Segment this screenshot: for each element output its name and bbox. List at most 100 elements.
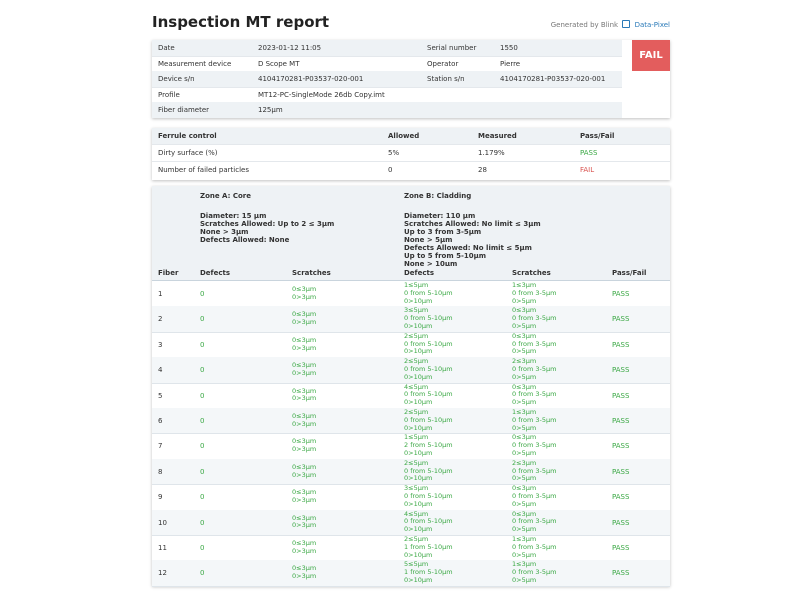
page-title: Inspection MT report bbox=[152, 13, 330, 31]
zone-b-defect-line: 0>10μm bbox=[404, 474, 433, 483]
zone-a-scratch-line: 0>3μm bbox=[292, 546, 317, 555]
info-row-devsn: Device s/n 4104170281-P03537-020-001 Sta… bbox=[152, 71, 622, 88]
zone-b-defects: 3≤5μm 0 from 5-10μm 0>10μm bbox=[404, 484, 453, 508]
zone-b-defects: 1≤5μm 2 from 5-10μm 0>10μm bbox=[404, 434, 453, 457]
zone-b-scratch-line: 0>5μm bbox=[512, 474, 537, 483]
zone-b-scratches: 2≤3μm 0 from 3-5μm 0>5μm bbox=[512, 459, 556, 483]
zone-b-defects: 2≤5μm 0 from 5-10μm 0>10μm bbox=[404, 408, 453, 432]
zone-b-scratch-line: 0>5μm bbox=[512, 372, 537, 381]
datapixel-logo-icon bbox=[622, 20, 631, 28]
zone-a-scratches: 0≤3μm 0>3μm bbox=[292, 539, 317, 556]
zone-b-scratches: 0≤3μm 0 from 3-5μm 0>5μm bbox=[512, 383, 556, 407]
zone-a-scratches: 0≤3μm 0>3μm bbox=[292, 488, 317, 505]
ferrule-row: Number of failed particles 0 28 FAIL bbox=[152, 162, 670, 178]
zone-b-line: Up to 3 from 3-5μm bbox=[404, 228, 482, 236]
zone-b-scratches: 0≤3μm 0 from 3-5μm 0>5μm bbox=[512, 510, 556, 534]
fiber-status: PASS bbox=[612, 290, 630, 298]
col-zone-b-scratches: Scratches bbox=[512, 269, 551, 277]
zone-a-defects: 0 bbox=[200, 290, 205, 298]
zone-b-scratch-line: 0>5μm bbox=[512, 321, 537, 330]
zone-a-defects: 0 bbox=[200, 493, 205, 502]
ferrule-row-name: Number of failed particles bbox=[158, 166, 249, 174]
ferrule-col-name: Ferrule control bbox=[158, 132, 217, 140]
date-label: Date bbox=[158, 44, 175, 52]
zone-b-scratch-line: 0>5μm bbox=[512, 296, 537, 305]
zone-a-scratches: 0≤3μm 0>3μm bbox=[292, 361, 317, 378]
fiber-number: 5 bbox=[158, 391, 163, 400]
zone-a-scratch-line: 0>3μm bbox=[292, 495, 317, 504]
ferrule-row: Dirty surface (%) 5% 1.179% PASS bbox=[152, 145, 670, 162]
zone-b-line: None > 5μm bbox=[404, 236, 453, 244]
zone-a-defects: 0 bbox=[200, 391, 205, 400]
zone-b-defects: 2≤5μm 0 from 5-10μm 0>10μm bbox=[404, 459, 453, 483]
zone-b-defect-line: 0>10μm bbox=[404, 525, 433, 534]
operator-value: Pierre bbox=[500, 59, 521, 68]
zone-b-defect-line: 0>10μm bbox=[404, 448, 433, 457]
info-row-profile: Profile MT12-PC-SingleMode 26db Copy.imt bbox=[152, 87, 622, 104]
fiber-row: 4 0 0≤3μm 0>3μm 2≤5μm 0 from 5-10μm 0>10μm 2≤3μ… bbox=[152, 357, 670, 384]
zone-a-scratches: 0≤3μm 0>3μm bbox=[292, 565, 316, 581]
fiber-status: PASS bbox=[612, 493, 630, 502]
zone-a-scratch-line: 0>3μm bbox=[292, 445, 317, 454]
fiber-number: 11 bbox=[158, 544, 167, 552]
zone-a-line: None > 3μm bbox=[200, 228, 249, 236]
zone-a-defects: 0 bbox=[200, 417, 205, 425]
zone-a-scratches: 0≤3μm 0>3μm bbox=[292, 514, 316, 531]
ferrule-col-passfail: Pass/Fail bbox=[580, 132, 615, 140]
zone-a-scratch-line: 0>3μm bbox=[292, 394, 317, 403]
devsn-value: 4104170281-P03537-020-001 bbox=[258, 75, 364, 84]
zone-b-defect-line: 0>10μm bbox=[404, 499, 433, 508]
report-header: Inspection MT report Generated by Blink … bbox=[152, 0, 670, 40]
fiber-status: PASS bbox=[612, 569, 630, 578]
zone-a-scratches: 0≤3μm 0>3μm bbox=[292, 463, 317, 480]
zone-b-defect-line: 0>10μm bbox=[404, 321, 433, 330]
zone-b-scratches: 0≤3μm 0 from 3-5μm 0>5μm bbox=[512, 434, 556, 457]
zone-b-title: Zone B: Cladding bbox=[404, 192, 472, 200]
ferrule-row-measured: 1.179% bbox=[478, 149, 505, 157]
zone-b-scratch-line: 0>5μm bbox=[512, 347, 537, 356]
fiber-status: PASS bbox=[612, 391, 630, 400]
zone-b-info: Zone B: Cladding Diameter: 110 μm Scratc… bbox=[404, 192, 541, 268]
zone-b-defects: 4≤5μm 0 from 5-10μm 0>10μm bbox=[404, 383, 453, 407]
fiber-number: 2 bbox=[158, 315, 163, 324]
zone-a-scratches: 0≤3μm 0>3μm bbox=[292, 311, 316, 327]
device-value: D Scope MT bbox=[258, 59, 300, 68]
ferrule-row-status: PASS bbox=[580, 149, 598, 157]
fiber-number: 9 bbox=[158, 493, 163, 502]
info-row-device: Measurement device D Scope MT Operator P… bbox=[152, 56, 622, 73]
zone-a-scratch-line: 0>3μm bbox=[292, 368, 317, 377]
zone-b-defect-line: 0>10μm bbox=[404, 423, 433, 432]
fiber-row: 3 0 0≤3μm 0>3μm 2≤5μm 0 from 5-10μm 0>10μm 0≤3μ… bbox=[152, 332, 670, 359]
zone-b-scratches: 1≤3μm 0 from 3-5μm 0>5μm bbox=[512, 535, 556, 559]
profile-label: Profile bbox=[158, 90, 180, 99]
zone-a-scratches: 0≤3μm 0>3μm bbox=[292, 285, 317, 302]
zone-b-scratch-line: 0>5μm bbox=[512, 550, 537, 559]
operator-label: Operator bbox=[427, 59, 459, 68]
fiber-status: PASS bbox=[612, 417, 630, 425]
zone-b-line: Scratches Allowed: No limit ≤ 3μm bbox=[404, 220, 541, 228]
report-page: Inspection MT report Generated by Blink … bbox=[152, 0, 670, 587]
zone-a-defects: 0 bbox=[200, 340, 205, 349]
zone-a-scratch-line: 0>3μm bbox=[292, 292, 317, 301]
zone-a-defects: 0 bbox=[200, 467, 205, 476]
fiber-status: PASS bbox=[612, 366, 630, 375]
zone-a-line: Defects Allowed: None bbox=[200, 236, 290, 244]
fiber-row: 11 0 0≤3μm 0>3μm 2≤5μm 1 from 5-10μm 0>10μm 1≤3… bbox=[152, 535, 670, 562]
zone-b-defects: 5≤5μm 1 from 5-10μm 0>10μm bbox=[404, 561, 453, 584]
zone-a-scratches: 0≤3μm 0>3μm bbox=[292, 412, 316, 429]
zone-b-defects: 2≤5μm 1 from 5-10μm 0>10μm bbox=[404, 535, 453, 559]
fiber-row: 10 0 0≤3μm 0>3μm 4≤5μm 0 from 5-10μm 0>10μm 0≤3… bbox=[152, 509, 670, 536]
zone-b-scratch-line: 0>5μm bbox=[512, 398, 537, 407]
fiber-row: 6 0 0≤3μm 0>3μm 2≤5μm 0 from 5-10μm 0>10μm 1≤3μ… bbox=[152, 408, 670, 435]
serial-value: 1550 bbox=[500, 44, 518, 52]
zone-a-line: Diameter: 15 μm bbox=[200, 212, 267, 220]
zone-a-scratch-line: 0>3μm bbox=[292, 470, 317, 479]
col-zone-a-defects: Defects bbox=[200, 269, 231, 277]
generated-by: Generated by Blink Data-Pixel bbox=[551, 20, 670, 29]
zone-b-line: Diameter: 110 μm bbox=[404, 212, 476, 220]
zone-b-scratches: 2≤3μm 0 from 3-5μm 0>5μm bbox=[512, 357, 556, 381]
brand-link[interactable]: Data-Pixel bbox=[635, 21, 670, 29]
zone-b-line: Up to 5 from 5-10μm bbox=[404, 252, 487, 260]
zone-a-scratch-line: 0>3μm bbox=[292, 318, 317, 327]
zone-b-defect-line: 0>10μm bbox=[404, 372, 433, 381]
